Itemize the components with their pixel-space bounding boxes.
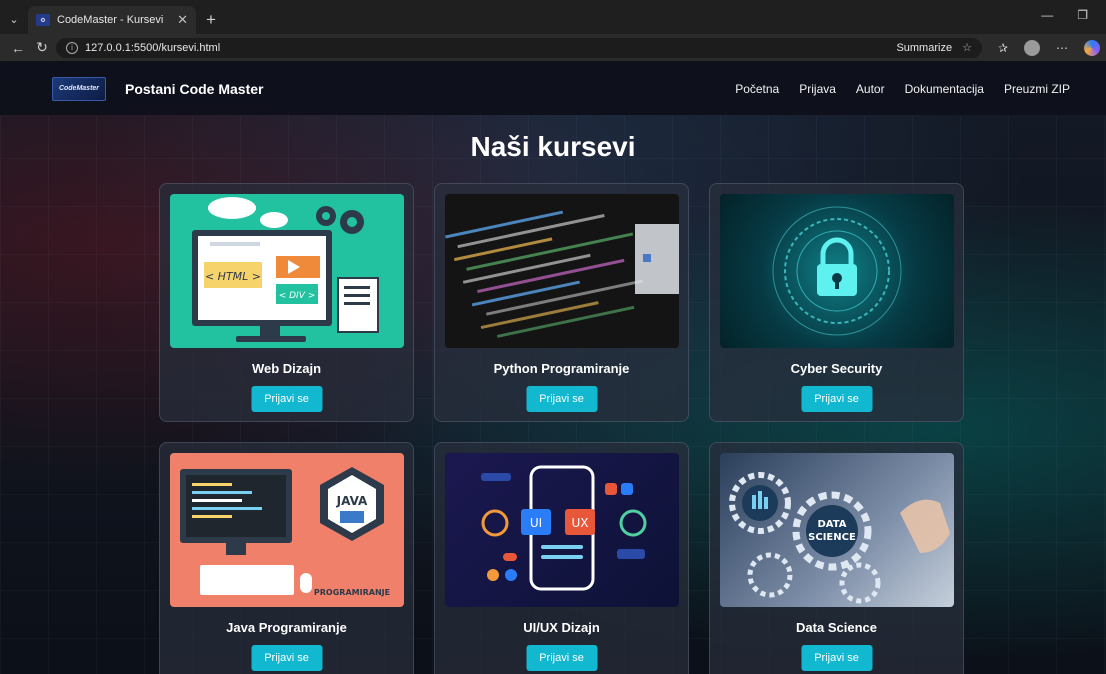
minimize-icon[interactable]: — [1041,8,1053,22]
enroll-button-web-dizajn[interactable]: Prijavi se [251,386,322,412]
close-tab-icon[interactable]: ✕ [177,12,188,28]
site-logo[interactable]: CodeMaster [52,76,106,101]
web-dizajn-image: < HTML > < DIV > [170,194,404,348]
div-tag-text: < DIV > [279,291,316,301]
course-name: Java Programiranje [226,620,347,635]
course-card-python: Python Programiranje Prijavi se [434,183,689,422]
ux-text: UX [571,516,588,530]
favorite-star-icon[interactable]: ☆ [962,41,972,54]
tab-title: CodeMaster - Kursevi [57,14,164,26]
enroll-button-python[interactable]: Prijavi se [526,386,597,412]
nav-link-preuzmi-zip[interactable]: Preuzmi ZIP [1004,82,1070,96]
java-text: JAVA [336,494,368,508]
ui-text: UI [530,516,542,530]
logo-text: CodeMaster [58,85,100,92]
enroll-button-ui-ux[interactable]: Prijavi se [526,645,597,671]
enroll-button-cyber-security[interactable]: Prijavi se [801,386,872,412]
page-viewport: CodeMaster Postani Code Master Početna P… [0,62,1106,674]
site-navbar: CodeMaster Postani Code Master Početna P… [0,62,1106,115]
python-code-image [445,194,679,348]
enroll-button-java[interactable]: Prijavi se [251,645,322,671]
ui-ux-image: UI UX [445,453,679,607]
java-image: JAVA PROGRAMIRANJE [170,453,404,607]
nav-link-autor[interactable]: Autor [856,82,885,96]
course-card-web-dizajn: < HTML > < DIV > Web Dizajn Prijavi se [159,183,414,422]
page-title: Naši kursevi [470,131,636,162]
copilot-icon[interactable] [1084,39,1100,56]
site-info-icon[interactable]: i [66,41,78,54]
course-name: Cyber Security [790,361,883,376]
nav-link-prijava[interactable]: Prijava [799,82,836,96]
science-text: SCIENCE [808,532,856,543]
more-menu-icon[interactable]: ⋯ [1056,41,1068,55]
cyber-security-image [720,194,954,348]
programiranje-text: PROGRAMIRANJE [314,588,390,597]
nav-menu: Početna Prijava Autor Dokumentacija Preu… [735,82,1070,96]
course-card-cyber-security: Cyber Security Prijavi se [709,183,964,422]
tab-list-menu-icon[interactable]: ⌄ [0,4,28,34]
summarize-button[interactable]: Summarize [896,42,952,54]
course-name: Python Programiranje [493,361,630,376]
data-text: DATA [817,519,846,530]
course-name: UI/UX Dizajn [523,620,600,635]
favicon-icon: ⚙ [36,14,50,26]
enroll-button-data-science[interactable]: Prijavi se [801,645,872,671]
restore-icon[interactable]: ❐ [1077,8,1088,22]
brand-title: Postani Code Master [125,80,264,97]
reload-icon[interactable]: ↻ [30,39,54,56]
profile-avatar[interactable] [1024,39,1040,56]
course-name: Web Dizajn [251,361,322,376]
window-controls: — ❐ [1041,8,1088,22]
data-science-image: DATA SCIENCE [720,453,954,607]
url-text: 127.0.0.1:5500/kursevi.html [85,41,221,54]
course-card-ui-ux: UI UX UI/UX Dizajn Prijavi se [434,442,689,674]
browser-tab[interactable]: ⚙ CodeMaster - Kursevi ✕ [28,6,196,34]
nav-link-pocetna[interactable]: Početna [735,82,779,96]
favorites-icon[interactable]: ✰ [998,41,1008,55]
back-icon[interactable]: ← [6,40,30,56]
course-card-data-science: DATA SCIENCE Data Science Prijavi se [709,442,964,674]
address-bar-row: ← ↻ i 127.0.0.1:5500/kursevi.html Summar… [0,34,1106,62]
course-card-java: JAVA PROGRAMIRANJE Java Programiranje Pr… [159,442,414,674]
course-name: Data Science [796,620,877,635]
url-field[interactable]: i 127.0.0.1:5500/kursevi.html Summarize … [56,37,982,58]
html-tag-text: < HTML > [205,270,261,283]
new-tab-icon[interactable]: + [206,6,216,34]
browser-tab-bar: ⌄ ⚙ CodeMaster - Kursevi ✕ + — ❐ [0,0,1106,34]
nav-link-dokumentacija[interactable]: Dokumentacija [905,82,984,96]
